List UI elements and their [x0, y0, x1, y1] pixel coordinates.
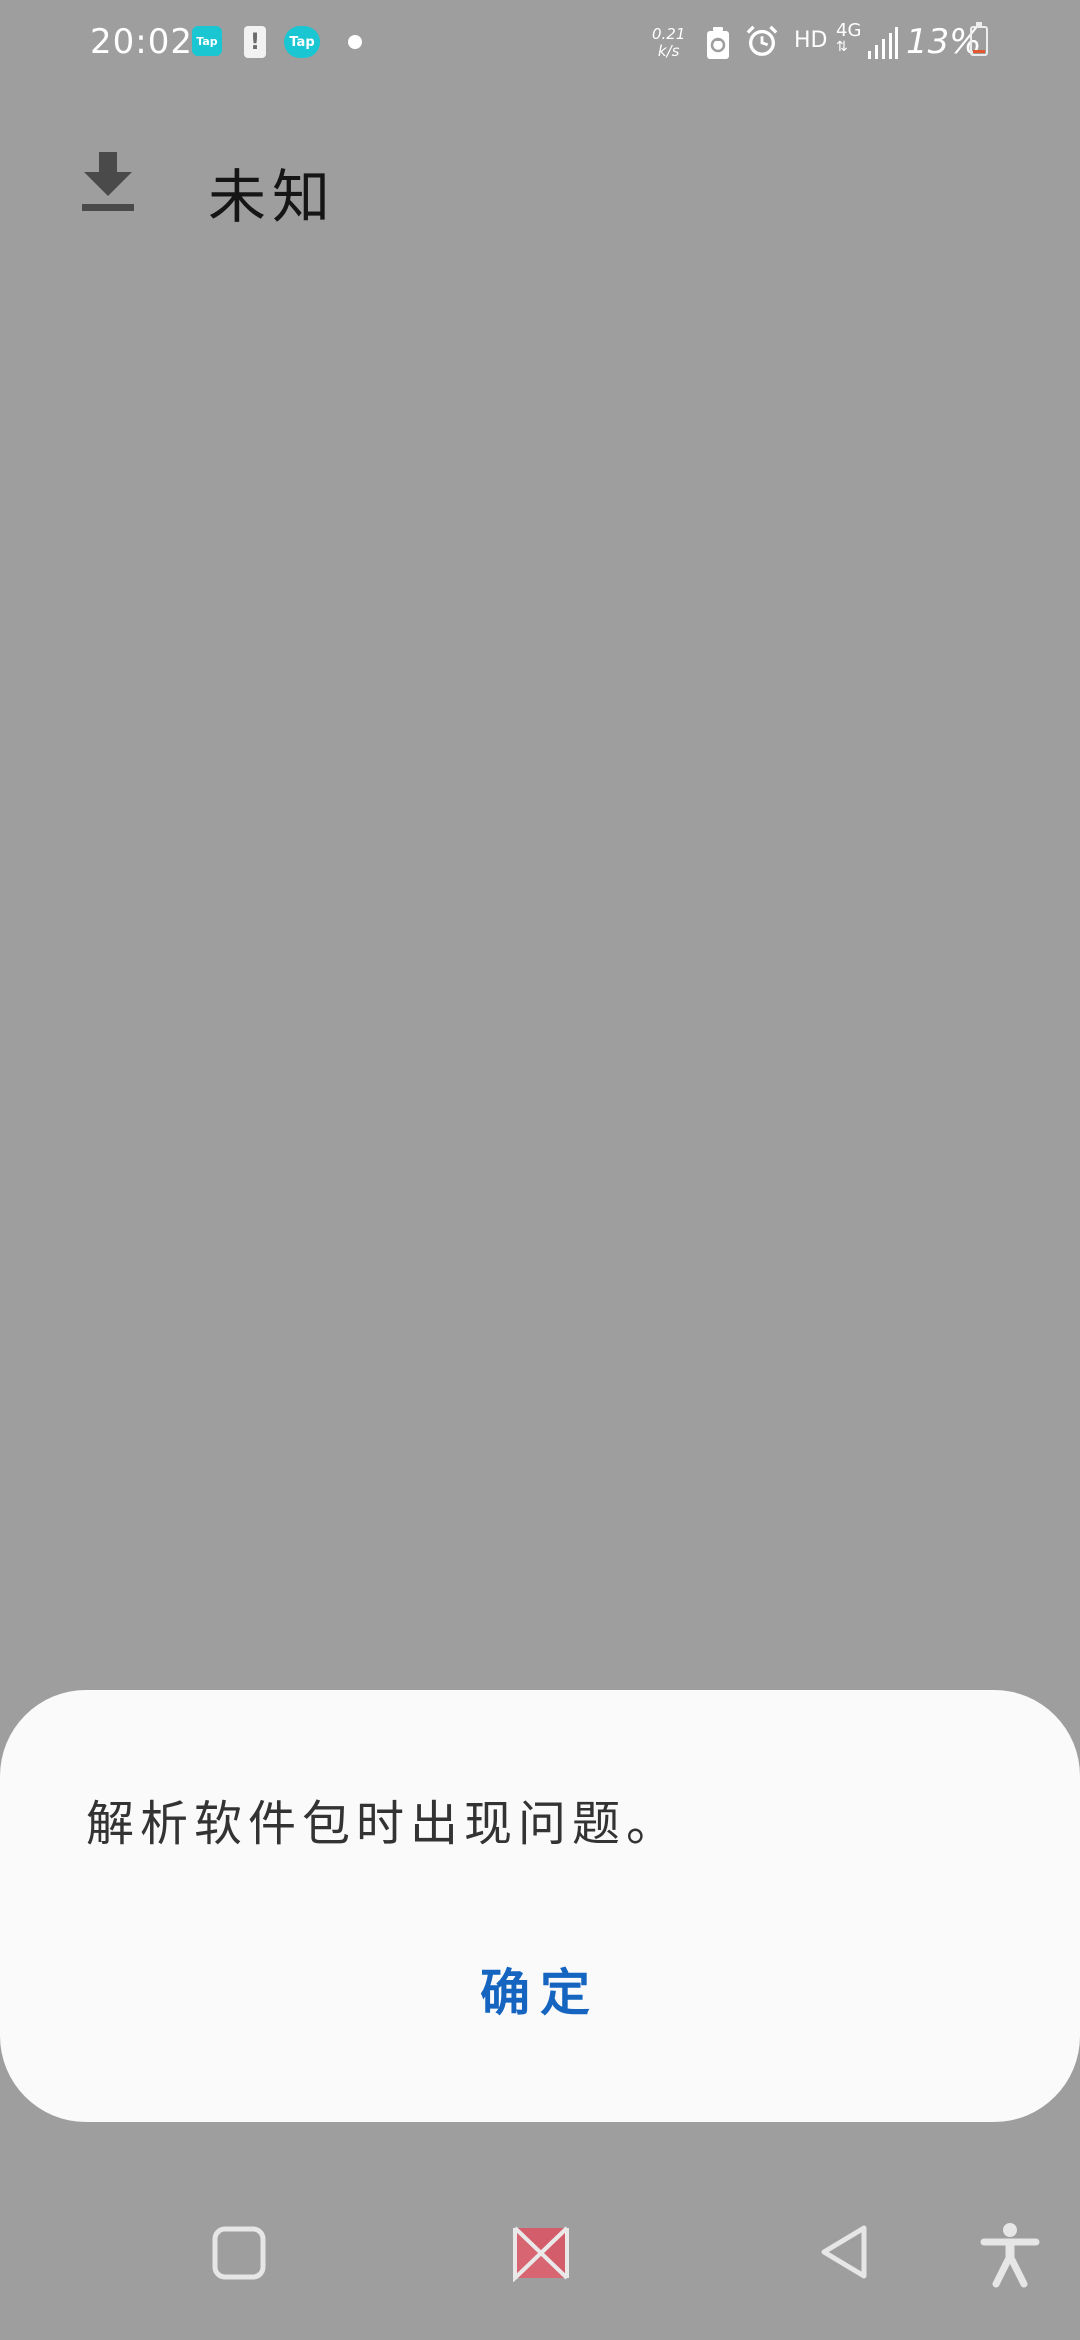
home-logo-icon[interactable] [512, 2224, 570, 2282]
hd-label: HD [794, 28, 828, 53]
recycle-icon [707, 27, 729, 59]
net-speed-unit: k/s [657, 42, 680, 60]
tap-app-icon: Tap [284, 26, 320, 58]
network-type: 4G ⇅ [836, 20, 862, 55]
accessibility-icon[interactable] [980, 2222, 1040, 2288]
confirm-button[interactable]: 确定 [440, 1944, 640, 2034]
notification-dot-icon [348, 35, 362, 49]
download-icon [82, 152, 134, 211]
signal-icon [868, 27, 898, 59]
page-title: 未知 [208, 163, 337, 231]
battery-fill [973, 50, 985, 53]
network-type-label: 4G [836, 20, 862, 41]
warning-icon: ! [244, 26, 266, 58]
screen: 20:02 Tap ! Tap 0.21 k/s HD 4G ⇅ 13% 未知 … [0, 0, 1080, 2340]
battery-icon [970, 22, 988, 56]
warning-glyph: ! [249, 29, 261, 55]
tap-app-icon: Tap [192, 26, 222, 56]
data-arrows-icon: ⇅ [836, 39, 848, 55]
tap-label: Tap [196, 34, 218, 48]
alarm-icon [746, 25, 778, 56]
back-triangle-icon[interactable] [818, 2224, 870, 2280]
status-bar: 20:02 Tap ! Tap 0.21 k/s HD 4G ⇅ 13% [0, 0, 1080, 90]
error-dialog: 解析软件包时出现问题。 确定 [0, 1690, 1080, 2122]
net-speed: 0.21 k/s [652, 26, 685, 60]
net-speed-value: 0.21 [652, 25, 686, 43]
tap-label: Tap [289, 34, 315, 50]
dialog-message: 解析软件包时出现问题。 [86, 1796, 681, 1852]
status-time: 20:02 [90, 22, 193, 62]
recents-square-icon[interactable] [212, 2226, 266, 2280]
